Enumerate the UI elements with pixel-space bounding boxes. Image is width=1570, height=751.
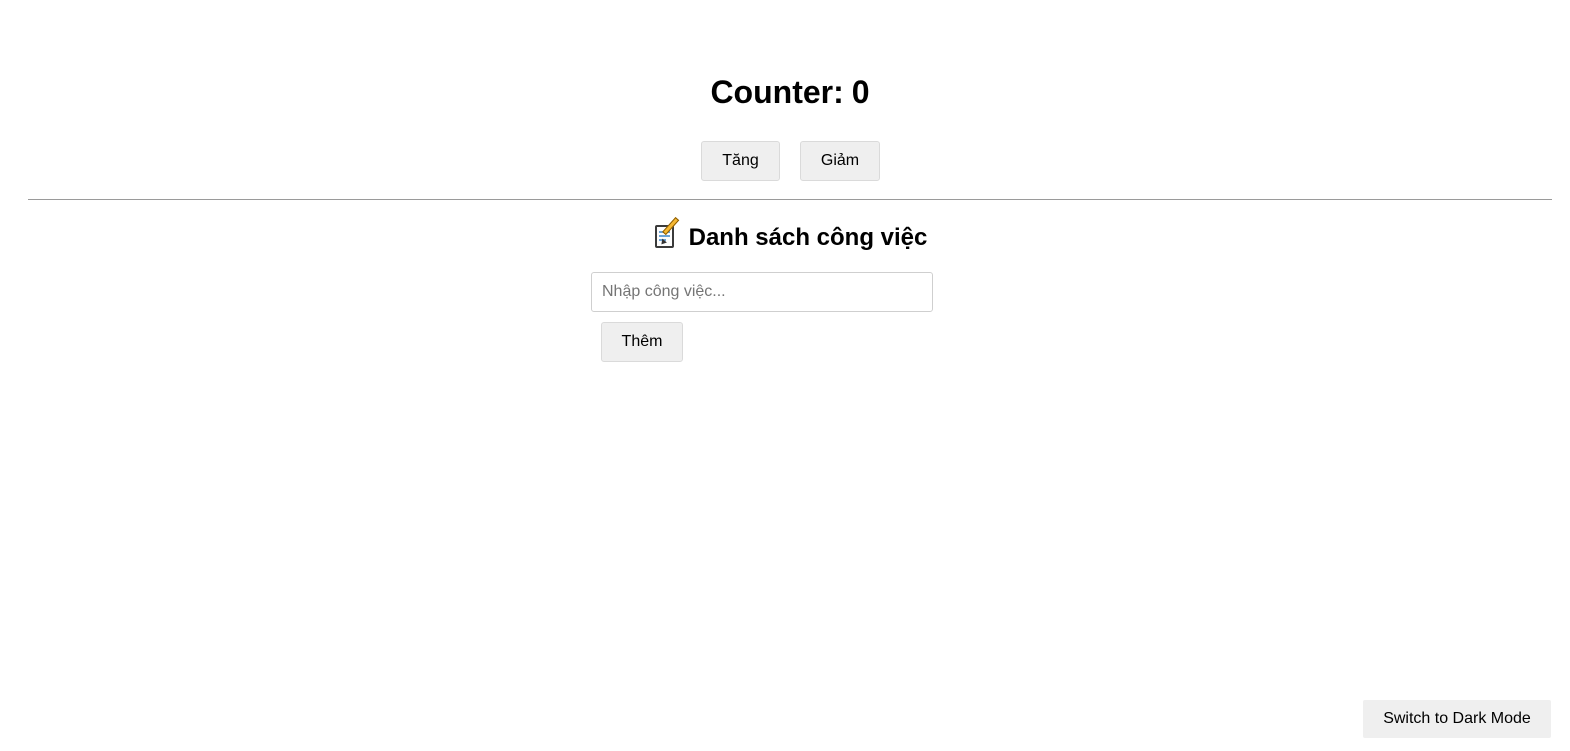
app-root: Counter: 0 Tăng Giảm Danh sách công việc … bbox=[0, 0, 1570, 751]
dark-mode-toggle-button[interactable]: Switch to Dark Mode bbox=[1363, 700, 1551, 738]
add-todo-button[interactable]: Thêm bbox=[601, 322, 683, 362]
todo-input[interactable] bbox=[591, 272, 933, 312]
counter-heading: Counter: 0 bbox=[0, 72, 1570, 112]
todo-heading: Danh sách công việc bbox=[0, 216, 1570, 254]
todo-title-text: Danh sách công việc bbox=[688, 224, 928, 251]
counter-label: Counter: bbox=[710, 74, 844, 110]
section-divider bbox=[28, 199, 1552, 200]
increase-button[interactable]: Tăng bbox=[701, 141, 780, 181]
memo-icon bbox=[653, 216, 679, 249]
counter-value: 0 bbox=[851, 74, 870, 110]
decrease-button[interactable]: Giảm bbox=[800, 141, 880, 181]
